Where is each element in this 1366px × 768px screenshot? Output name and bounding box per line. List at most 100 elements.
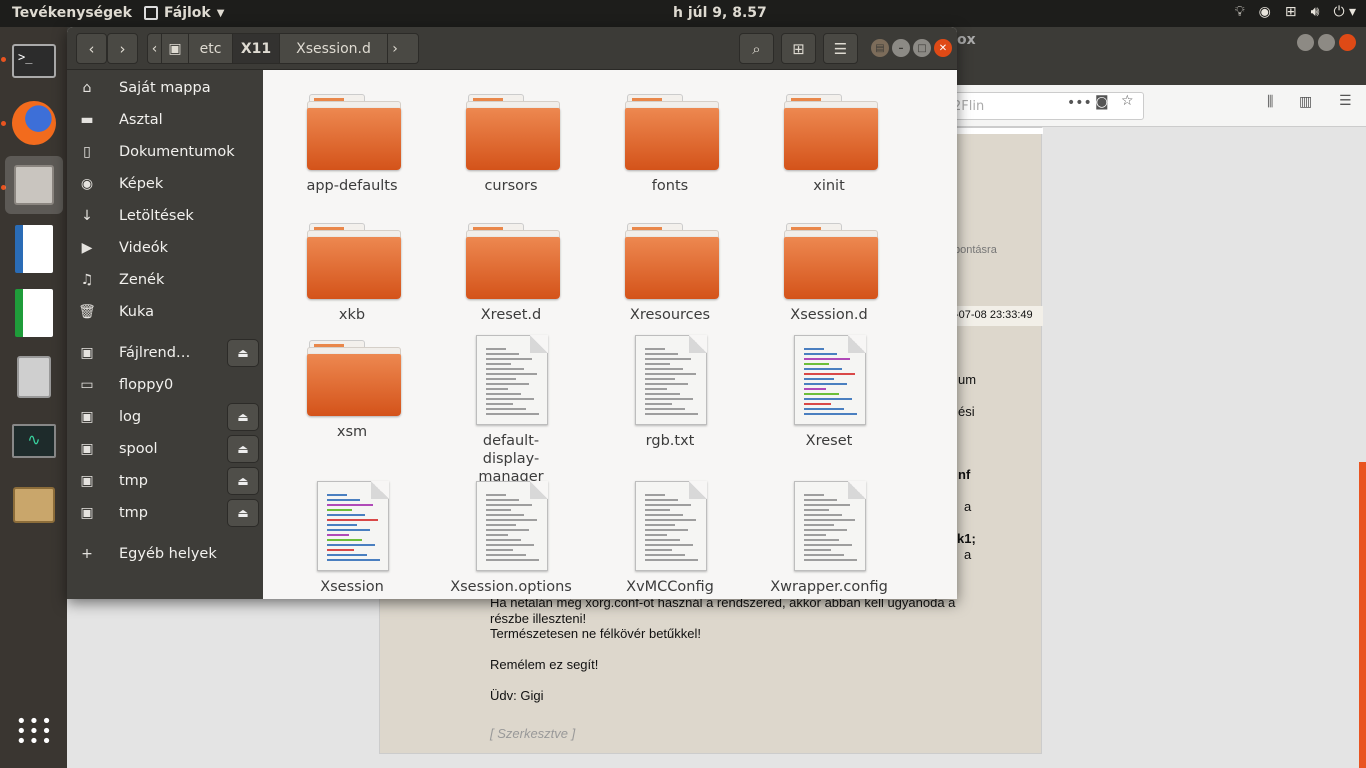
- breadcrumb-etc[interactable]: etc: [189, 34, 233, 63]
- folder-item[interactable]: Xsession.d: [754, 223, 904, 343]
- sidebar-item-label: Saját mappa: [119, 80, 211, 96]
- file-item[interactable]: default-display-manager: [436, 335, 586, 485]
- close-icon[interactable]: [1339, 34, 1356, 51]
- breadcrumb: ‹ ▣ etc X11 Xsession.d ›: [147, 33, 419, 64]
- more-icon[interactable]: •••: [1067, 95, 1092, 111]
- clock[interactable]: h júl 9, 8.57: [673, 5, 767, 21]
- dock: >_ ∿ ••• ••• •••: [0, 27, 67, 768]
- search-button[interactable]: ⌕: [739, 33, 774, 64]
- text-file-icon: [794, 481, 866, 571]
- file-item[interactable]: XvMCConfig: [595, 481, 745, 599]
- folder-icon: [307, 94, 401, 170]
- grid-view-icon: ⊞: [792, 39, 805, 58]
- forward-button[interactable]: ›: [107, 33, 138, 64]
- eject-icon[interactable]: ⏏: [227, 339, 259, 367]
- breadcrumb-scroll-right[interactable]: ›: [388, 34, 402, 63]
- back-button[interactable]: ‹: [76, 33, 107, 64]
- sidebar-item[interactable]: ◉ Képek: [67, 168, 263, 200]
- file-item[interactable]: Xwrapper.config: [754, 481, 904, 599]
- file-item[interactable]: Xsession.options: [436, 481, 586, 599]
- sidebar-item[interactable]: ⌂ Saját mappa: [67, 72, 263, 104]
- folder-item[interactable]: app-defaults: [277, 94, 427, 214]
- folder-item[interactable]: xsm: [277, 340, 427, 460]
- post-text-fragment: a: [964, 547, 972, 562]
- network-icon[interactable]: ⊞: [1285, 4, 1297, 20]
- folder-item[interactable]: Xresources: [595, 223, 745, 343]
- library-icon[interactable]: ⫼: [1267, 94, 1273, 110]
- script-file-icon: [794, 335, 866, 425]
- sidebar-icon[interactable]: ▥: [1299, 94, 1312, 110]
- folder-item[interactable]: cursors: [436, 94, 586, 214]
- calculator-icon[interactable]: [5, 348, 63, 406]
- document-icon: ▯: [83, 144, 91, 160]
- writer-icon[interactable]: [5, 220, 63, 278]
- bulb-icon[interactable]: 💡︎: [1235, 4, 1245, 20]
- folder-item[interactable]: xinit: [754, 94, 904, 214]
- drive-icon: ▣: [80, 505, 94, 521]
- app-menu[interactable]: Fájlok ▼: [144, 5, 224, 21]
- file-item[interactable]: Xreset: [754, 335, 904, 460]
- sidebar-item-label: Fájlrend…: [119, 345, 191, 361]
- sidebar-item-label: Letöltések: [119, 208, 194, 224]
- eject-icon[interactable]: ⏏: [227, 467, 259, 495]
- maximize-icon[interactable]: [1318, 34, 1335, 51]
- eject-icon[interactable]: ⏏: [227, 435, 259, 463]
- folder-item[interactable]: fonts: [595, 94, 745, 214]
- sidebar-item[interactable]: ▣ Fájlrend… ⏏: [67, 337, 263, 369]
- firefox-icon[interactable]: [5, 94, 63, 152]
- drive-icon[interactable]: ▣: [162, 34, 189, 63]
- places-sidebar: ⌂ Saját mappa ▬ Asztal ▯ Dokumentumok ◉ Képek ↓ L…: [67, 70, 263, 599]
- power-icon[interactable]: ⏻ ▾: [1333, 4, 1356, 20]
- file-item[interactable]: rgb.txt: [595, 335, 745, 460]
- volume-icon[interactable]: 🔊︎: [1311, 4, 1320, 20]
- minimize-icon[interactable]: [1297, 34, 1314, 51]
- eject-icon[interactable]: ⏏: [227, 403, 259, 431]
- sidebar-item[interactable]: ▶ Videók: [67, 232, 263, 264]
- menu-icon[interactable]: ☰: [1339, 93, 1352, 109]
- edited-link[interactable]: [ Szerkesztve ]: [490, 726, 575, 741]
- terminal-icon[interactable]: >_: [5, 32, 63, 90]
- breadcrumb-x11[interactable]: X11: [233, 34, 280, 63]
- file-grid: app-defaults cursors fonts xinit xkb Xreset.d…: [263, 70, 957, 599]
- close-button[interactable]: ✕: [934, 39, 952, 57]
- item-label: default-display-manager: [478, 433, 544, 485]
- menu-button[interactable]: ☰: [823, 33, 858, 64]
- software-updater-icon[interactable]: [5, 476, 63, 534]
- sidebar-item[interactable]: ▣ tmp ⏏: [67, 465, 263, 497]
- sidebar-item[interactable]: ▯ Dokumentumok: [67, 136, 263, 168]
- sidebar-item[interactable]: + Egyéb helyek: [67, 538, 263, 570]
- maximize-button[interactable]: □: [913, 39, 931, 57]
- sidebar-item[interactable]: ♫ Zenék: [67, 264, 263, 296]
- activities-button[interactable]: Tevékenységek: [12, 5, 132, 21]
- calc-icon[interactable]: [5, 284, 63, 342]
- minimize-button[interactable]: –: [892, 39, 910, 57]
- files-icon[interactable]: [5, 156, 63, 214]
- sidebar-item[interactable]: ▣ spool ⏏: [67, 433, 263, 465]
- eject-icon[interactable]: ⏏: [227, 499, 259, 527]
- pocket-icon[interactable]: ◙: [1095, 94, 1109, 110]
- item-label: XvMCConfig: [626, 579, 714, 595]
- system-monitor-icon[interactable]: ∿: [5, 412, 63, 470]
- sidebar-item[interactable]: ↓ Letöltések: [67, 200, 263, 232]
- breadcrumb-scroll-left[interactable]: ‹: [148, 34, 162, 63]
- scrollbar[interactable]: [1359, 462, 1366, 768]
- sidebar-item-label: tmp: [119, 473, 149, 489]
- bookmark-star-icon[interactable]: ☆: [1121, 93, 1134, 109]
- sidebar-item[interactable]: ▣ log ⏏: [67, 401, 263, 433]
- breadcrumb-xsession-d[interactable]: Xsession.d: [280, 34, 388, 63]
- browser-window-controls[interactable]: [1297, 34, 1356, 51]
- folder-item[interactable]: xkb: [277, 223, 427, 343]
- sidebar-item[interactable]: ▬ Asztal: [67, 104, 263, 136]
- show-applications-icon[interactable]: ••• ••• •••: [16, 713, 54, 751]
- sidebar-item[interactable]: ▭ floppy0: [67, 369, 263, 401]
- folder-item[interactable]: Xreset.d: [436, 223, 586, 343]
- sidebar-item-label: Kuka: [119, 304, 155, 320]
- view-toggle-button[interactable]: ⊞: [781, 33, 816, 64]
- accessibility-icon[interactable]: ◉: [1259, 4, 1271, 20]
- sidebar-item[interactable]: 🗑︎ Kuka: [67, 296, 263, 328]
- sidebar-item-label: Videók: [119, 240, 169, 256]
- sidebar-item[interactable]: ▣ tmp ⏏: [67, 497, 263, 529]
- file-item[interactable]: Xsession: [277, 481, 427, 599]
- folder-icon: [625, 223, 719, 299]
- system-tray[interactable]: 💡︎ ◉ ⊞ 🔊︎ ⏻ ▾: [1235, 4, 1356, 20]
